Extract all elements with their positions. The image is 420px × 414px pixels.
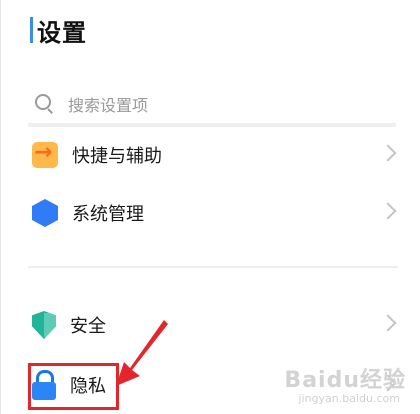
title-accent-bar (30, 17, 33, 43)
highlight-box (28, 363, 119, 410)
settings-item-system-management[interactable]: 系统管理 (28, 188, 397, 238)
chevron-right-icon (379, 314, 397, 332)
section-divider (28, 266, 398, 268)
left-border (0, 0, 1, 414)
watermark-url: jingyan.baidu.com (298, 392, 400, 405)
hexagon-icon (32, 199, 58, 227)
chevron-right-icon (379, 144, 397, 162)
chevron-right-icon (379, 202, 397, 220)
page-header: 设置 (30, 14, 87, 47)
settings-item-label: 系统管理 (72, 204, 144, 225)
settings-item-label: 安全 (70, 316, 106, 337)
settings-item-label: 快捷与辅助 (72, 146, 162, 167)
shield-icon (32, 311, 56, 339)
search-icon (34, 93, 56, 115)
page-title: 设置 (37, 18, 87, 47)
search-bar[interactable]: 搜索设置项 (28, 85, 396, 127)
annotation-arrow (116, 320, 168, 386)
watermark: Baidu经验 (284, 368, 406, 393)
settings-item-shortcuts[interactable]: 快捷与辅助 (28, 130, 397, 180)
settings-item-security[interactable]: 安全 (28, 300, 397, 350)
shortcut-arrow-icon (32, 140, 58, 168)
search-input[interactable]: 搜索设置项 (68, 92, 148, 116)
